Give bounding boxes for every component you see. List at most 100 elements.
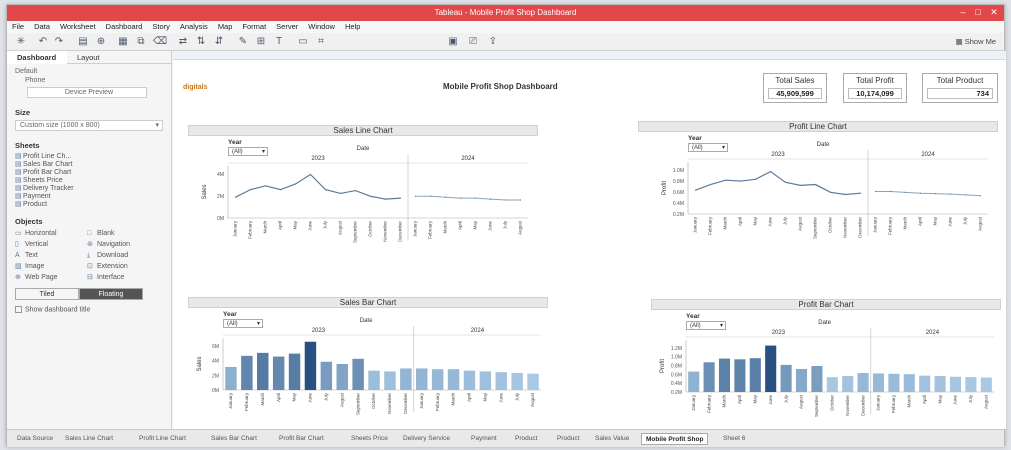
date-header: Date (360, 318, 373, 324)
object-extension[interactable]: ⊡ Extension (87, 262, 159, 271)
minimize-icon[interactable]: – (956, 7, 970, 18)
bar (888, 373, 900, 392)
sheet-tab[interactable]: Sales Value (591, 433, 633, 445)
object-interface[interactable]: ⊟ Interface (87, 273, 159, 282)
x-tick-label: March (906, 395, 911, 408)
x-tick-label: February (888, 216, 893, 235)
device-preview-button[interactable]: Device Preview (27, 87, 147, 98)
object-web-page[interactable]: ⊕ Web Page (15, 273, 87, 282)
tab-layout[interactable]: Layout (67, 51, 127, 64)
sheet-tab[interactable]: Mobile Profit Shop (641, 433, 709, 445)
sheet-item[interactable]: ▤Profit Bar Chart (15, 169, 163, 177)
menu-data[interactable]: Data (29, 21, 55, 32)
show-cards-icon[interactable]: ▣ (447, 36, 459, 48)
show-me-button[interactable]: ▦ Show Me (956, 37, 996, 46)
sheet-tab[interactable]: Sheets Price (347, 433, 392, 445)
bar (447, 369, 460, 390)
sheet-tab[interactable]: Sales Bar Chart (207, 433, 261, 445)
device-default[interactable]: Default (15, 67, 163, 76)
new-sheet-icon[interactable]: ▦ (117, 36, 129, 48)
menu-worksheet[interactable]: Worksheet (55, 21, 101, 32)
bar (431, 369, 444, 390)
fit-icon[interactable]: ▭ (297, 36, 309, 48)
object-download[interactable]: ⤓ Download (87, 251, 159, 260)
y-tick-label: 0.8M (671, 363, 682, 369)
menu-file[interactable]: File (7, 21, 29, 32)
menu-dashboard[interactable]: Dashboard (101, 21, 148, 32)
x-tick-label: July (503, 220, 508, 229)
group-icon[interactable]: ⊞ (255, 36, 267, 48)
sheet-tab[interactable]: Profit Line Chart (135, 433, 190, 445)
x-tick-label: January (413, 220, 418, 237)
menu-analysis[interactable]: Analysis (175, 21, 213, 32)
fix-axes-icon[interactable]: ⌗ (315, 36, 327, 48)
tab-dashboard[interactable]: Dashboard (7, 51, 67, 64)
size-dropdown[interactable]: Custom size (1000 x 800) ▾ (15, 120, 163, 131)
y-tick-label: 1.0M (671, 355, 682, 361)
share-icon[interactable]: ⇪ (487, 36, 499, 48)
sheet-tabs-bar: Data Source Sales Line Chart Profit Line C… (7, 429, 1004, 447)
x-tick-label: May (292, 392, 297, 401)
sheet-item[interactable]: ▤Product (15, 201, 163, 209)
device-phone[interactable]: Phone (15, 76, 163, 85)
menu-help[interactable]: Help (340, 21, 365, 32)
sort-asc-icon[interactable]: ⇅ (195, 36, 207, 48)
object-horizontal[interactable]: ▭ Horizontal (15, 229, 87, 238)
new-data-source-icon[interactable]: ⊕ (95, 36, 107, 48)
sheet-tab[interactable]: Product (553, 433, 583, 445)
sort-desc-icon[interactable]: ⇵ (213, 36, 225, 48)
duplicate-icon[interactable]: ⧉ (135, 36, 147, 48)
save-icon[interactable]: ▤ (77, 36, 89, 48)
sheet-item[interactable]: ▤Payment (15, 193, 163, 201)
toolbar: ✳ ↶ ↷ ▤ ⊕ ▦ ⧉ ⌫ ⇄ ⇅ ⇵ ✎ ⊞ T ▭ ⌗ ▣ ⎚ ⇪ ▦ … (7, 33, 1004, 51)
presentation-icon[interactable]: ⎚ (467, 36, 479, 48)
x-tick-label: April (276, 393, 281, 402)
swap-icon[interactable]: ⇄ (177, 36, 189, 48)
sheet-tab[interactable]: Profit Bar Chart (275, 433, 328, 445)
sheet-tab[interactable]: Sheet 6 (719, 433, 749, 445)
sheet-tab[interactable]: Data Source (13, 433, 57, 445)
y-tick-label: 2M (217, 194, 224, 200)
close-icon[interactable]: ✕ (987, 7, 1001, 18)
menu-story[interactable]: Story (147, 21, 175, 32)
object-navigation[interactable]: ⊛ Navigation (87, 240, 159, 249)
sheet-tab[interactable]: Sales Line Chart (61, 433, 117, 445)
sheet-item[interactable]: ▤Sales Bar Chart (15, 161, 163, 169)
x-tick-label: May (293, 220, 298, 229)
canvas-top-strip (173, 51, 1006, 60)
floating-button[interactable]: Floating (79, 288, 143, 300)
x-tick-label: January (876, 394, 881, 411)
label-icon[interactable]: T (273, 36, 285, 48)
menu-server[interactable]: Server (271, 21, 303, 32)
x-tick-label: October (368, 221, 373, 238)
x-tick-label: October (371, 393, 376, 410)
series-line (415, 195, 521, 201)
data-point (369, 195, 372, 197)
object-text[interactable]: A Text (15, 251, 87, 260)
tableau-logo-icon[interactable]: ✳ (15, 36, 27, 48)
object-vertical[interactable]: ▯ Vertical (15, 240, 87, 249)
menu-format[interactable]: Format (237, 21, 271, 32)
x-tick-label: April (467, 393, 472, 402)
sheet-tab[interactable]: Delivery Service (399, 433, 454, 445)
menu-map[interactable]: Map (213, 21, 238, 32)
object-blank[interactable]: □ Blank (87, 229, 159, 238)
sheet-tab[interactable]: Payment (467, 433, 501, 445)
show-title-checkbox[interactable]: Show dashboard title (15, 306, 163, 313)
object-image[interactable]: ▨ Image (15, 262, 87, 271)
undo-icon[interactable]: ↶ (37, 36, 49, 48)
maximize-icon[interactable]: □ (971, 7, 985, 18)
sheet-tab[interactable]: Product (511, 433, 541, 445)
clear-icon[interactable]: ⌫ (153, 36, 167, 48)
sheet-item[interactable]: ▤Profit Line Ch... (15, 153, 163, 161)
x-tick-label: July (968, 394, 973, 403)
data-point (339, 192, 342, 195)
highlight-icon[interactable]: ✎ (237, 36, 249, 48)
redo-icon[interactable]: ↷ (53, 36, 65, 48)
tiled-button[interactable]: Tiled (15, 288, 79, 300)
menu-window[interactable]: Window (303, 21, 340, 32)
sheet-item[interactable]: ▤Sheets Price (15, 177, 163, 185)
sheet-item[interactable]: ▤Delivery Tracker (15, 185, 163, 193)
x-tick-label: September (353, 221, 358, 244)
chart-icon: ▤ (15, 161, 22, 168)
